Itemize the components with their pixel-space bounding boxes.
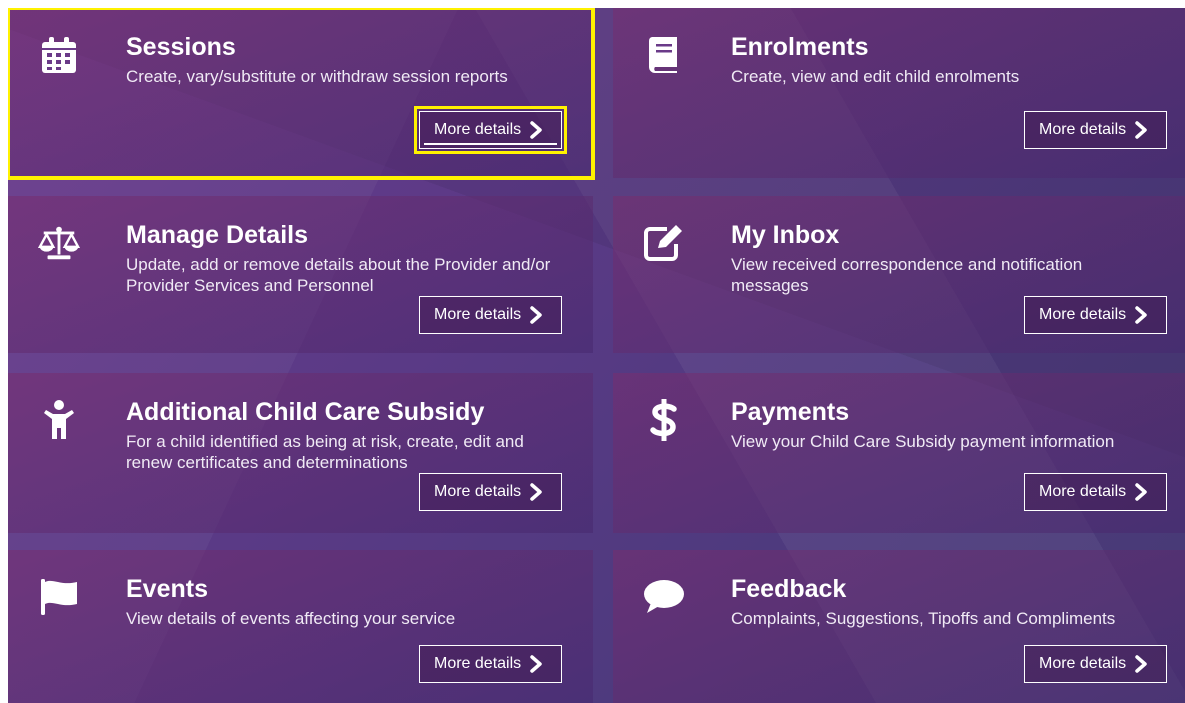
chevron-right-icon [1135,306,1147,324]
my-inbox-more-details-button[interactable]: More details [1024,296,1167,334]
button-label: More details [434,121,522,138]
button-label: More details [1039,306,1127,323]
tile-description: For a child identified as being at risk,… [126,432,524,472]
button-label: More details [434,483,522,500]
tile-additional-child-care-subsidy[interactable]: Additional Child Care Subsidy For a chil… [8,373,593,533]
tile-title: Feedback [731,575,847,603]
tile-title: Sessions [126,33,236,61]
tile-events[interactable]: Events View details of events affecting … [8,550,593,703]
tile-title: Additional Child Care Subsidy [126,398,485,426]
tile-title: Enrolments [731,33,869,61]
tile-enrolments[interactable]: Enrolments Create, view and edit child e… [613,8,1185,178]
chevron-right-icon [530,121,542,139]
tile-title: Events [126,575,208,603]
additional-child-care-subsidy-more-details-button[interactable]: More details [419,473,562,511]
edit-icon [643,222,685,264]
chevron-right-icon [1135,655,1147,673]
dollar-icon [643,399,685,441]
tile-title: My Inbox [731,221,840,249]
button-label: More details [434,655,522,672]
tile-description: Update, add or remove details about the … [126,255,551,295]
chevron-right-icon [530,306,542,324]
enrolments-more-details-button[interactable]: More details [1024,111,1167,149]
child-icon [38,399,80,441]
tile-description: View received correspondence and notific… [731,255,1083,295]
tile-description: Create, vary/substitute or withdraw sess… [126,67,508,86]
book-icon [643,34,685,76]
speech-bubble-icon [643,576,685,618]
chevron-right-icon [530,655,542,673]
tile-title: Payments [731,398,850,426]
tile-description: View details of events affecting your se… [126,609,456,628]
button-label: More details [1039,655,1127,672]
scales-icon [38,222,80,264]
chevron-right-icon [530,483,542,501]
tile-title: Manage Details [126,221,309,249]
button-label: More details [1039,483,1127,500]
payments-more-details-button[interactable]: More details [1024,473,1167,511]
button-label: More details [1039,121,1127,138]
calendar-icon [38,34,80,76]
flag-icon [38,576,80,618]
chevron-right-icon [1135,121,1147,139]
button-label: More details [434,306,522,323]
tile-payments[interactable]: Payments View your Child Care Subsidy pa… [613,373,1185,533]
tile-feedback[interactable]: Feedback Complaints, Suggestions, Tipoff… [613,550,1185,703]
tile-description: Complaints, Suggestions, Tipoffs and Com… [731,609,1116,628]
chevron-right-icon [1135,483,1147,501]
services-grid: Sessions Create, vary/substitute or with… [8,8,1185,703]
events-more-details-button[interactable]: More details [419,645,562,683]
tile-sessions[interactable]: Sessions Create, vary/substitute or with… [8,8,595,180]
tile-my-inbox[interactable]: My Inbox View received correspondence an… [613,196,1185,353]
sessions-more-details-button[interactable]: More details [414,106,567,154]
manage-details-more-details-button[interactable]: More details [419,296,562,334]
tile-manage-details[interactable]: Manage Details Update, add or remove det… [8,196,593,353]
tile-description: Create, view and edit child enrolments [731,67,1020,86]
tile-description: View your Child Care Subsidy payment inf… [731,432,1115,451]
feedback-more-details-button[interactable]: More details [1024,645,1167,683]
